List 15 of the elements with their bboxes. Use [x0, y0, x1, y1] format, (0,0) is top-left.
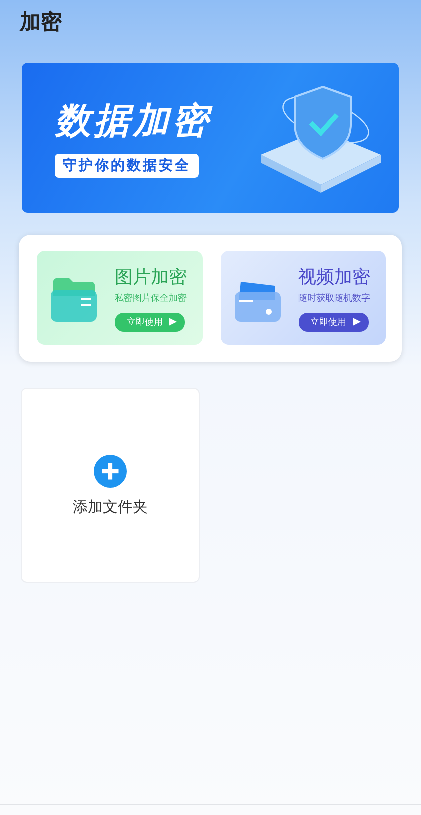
- feature-title: 视频加密: [298, 266, 370, 288]
- use-now-button[interactable]: 立即使用: [298, 312, 368, 332]
- banner-title: 数据加密: [55, 100, 211, 144]
- feature-card[interactable]: 视频加密 随时获取随机数字 立即使用: [220, 251, 386, 345]
- feature-subtitle: 随时获取随机数字: [298, 292, 370, 304]
- add-folder-label: 添加文件夹: [73, 498, 148, 516]
- plus-icon: [94, 454, 127, 488]
- add-folder-tile[interactable]: 添加文件夹: [21, 388, 200, 583]
- page-title: 加密: [20, 10, 62, 34]
- feature-title: 图片加密: [115, 266, 187, 288]
- banner[interactable]: 数据加密 守护你的数据安全: [22, 63, 399, 213]
- banner-subtitle: 守护你的数据安全: [55, 154, 199, 178]
- play-icon: [352, 318, 360, 326]
- play-icon: [169, 318, 177, 326]
- feature-subtitle: 私密图片保全加密: [115, 292, 187, 304]
